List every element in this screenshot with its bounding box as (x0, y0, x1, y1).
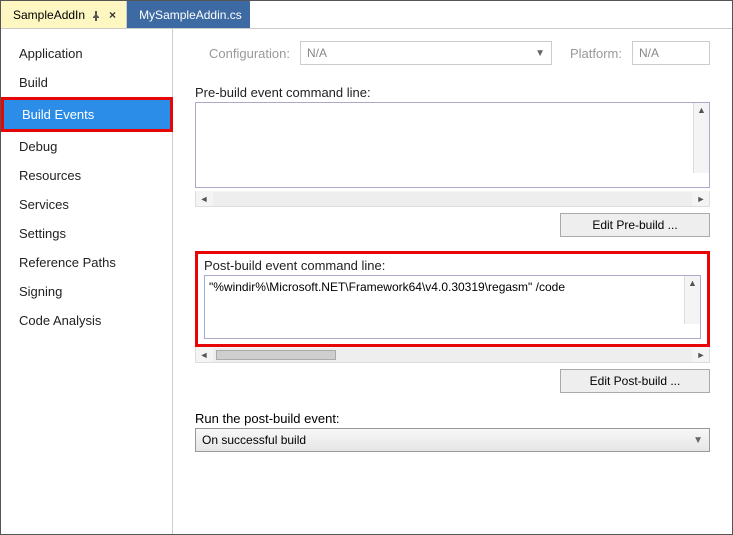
run-value: On successful build (202, 433, 306, 447)
tab-bar: SampleAddIn × MySampleAddin.cs (1, 1, 732, 29)
platform-label: Platform: (562, 46, 622, 61)
scroll-track[interactable] (213, 348, 692, 362)
sidebar-item-signing[interactable]: Signing (1, 277, 172, 306)
tab-label: SampleAddIn (13, 8, 85, 22)
configuration-select: N/A ▼ (300, 41, 552, 65)
tab-sampleaddin[interactable]: SampleAddIn × (1, 1, 127, 28)
edit-prebuild-button[interactable]: Edit Pre-build ... (560, 213, 710, 237)
arrow-up-icon[interactable]: ▲ (694, 103, 709, 117)
platform-value: N/A (639, 46, 659, 60)
run-label: Run the post-build event: (195, 411, 710, 426)
sidebar-item-debug[interactable]: Debug (1, 132, 172, 161)
sidebar-item-services[interactable]: Services (1, 190, 172, 219)
arrow-right-icon[interactable]: ► (693, 350, 709, 360)
arrow-right-icon[interactable]: ► (693, 194, 709, 204)
sidebar-item-settings[interactable]: Settings (1, 219, 172, 248)
sidebar-item-application[interactable]: Application (1, 39, 172, 68)
arrow-left-icon[interactable]: ◄ (196, 350, 212, 360)
postbuild-textarea-wrap: ▲ (204, 275, 701, 342)
sidebar-item-code-analysis[interactable]: Code Analysis (1, 306, 172, 335)
postbuild-input[interactable] (204, 275, 701, 339)
sidebar-item-reference-paths[interactable]: Reference Paths (1, 248, 172, 277)
scrollbar-horizontal[interactable]: ◄ ► (195, 347, 710, 363)
scroll-track[interactable] (213, 192, 692, 206)
prebuild-label: Pre-build event command line: (195, 85, 710, 100)
tab-mysampleaddin[interactable]: MySampleAddin.cs (127, 1, 250, 28)
main-panel: Configuration: N/A ▼ Platform: N/A Pre-b… (173, 29, 732, 534)
scrollbar-vertical[interactable]: ▲ (693, 103, 709, 173)
postbuild-label: Post-build event command line: (204, 258, 701, 273)
highlight-postbuild: Post-build event command line: ▲ (195, 251, 710, 347)
edit-postbuild-button[interactable]: Edit Post-build ... (560, 369, 710, 393)
sidebar-item-resources[interactable]: Resources (1, 161, 172, 190)
sidebar: Application Build Build Events Debug Res… (1, 29, 173, 534)
chevron-down-icon: ▼ (535, 48, 545, 59)
scroll-thumb[interactable] (216, 350, 336, 360)
prebuild-button-row: Edit Pre-build ... (195, 213, 710, 237)
tab-label: MySampleAddin.cs (139, 8, 242, 22)
platform-select: N/A (632, 41, 710, 65)
prebuild-textarea-wrap: ▲ (195, 102, 710, 191)
config-row: Configuration: N/A ▼ Platform: N/A (195, 41, 710, 65)
configuration-value: N/A (307, 46, 327, 60)
pin-icon[interactable] (91, 10, 101, 20)
configuration-label: Configuration: (195, 46, 290, 61)
highlight-build-events: Build Events (1, 97, 173, 132)
close-icon[interactable]: × (107, 8, 118, 22)
postbuild-button-row: Edit Post-build ... (195, 369, 710, 393)
content: Application Build Build Events Debug Res… (1, 29, 732, 534)
scrollbar-vertical[interactable]: ▲ (684, 276, 700, 324)
scrollbar-horizontal[interactable]: ◄ ► (195, 191, 710, 207)
sidebar-item-build-events[interactable]: Build Events (4, 100, 170, 129)
chevron-down-icon: ▼ (693, 435, 703, 446)
window: SampleAddIn × MySampleAddin.cs Applicati… (0, 0, 733, 535)
run-dropdown[interactable]: On successful build ▼ (195, 428, 710, 452)
arrow-up-icon[interactable]: ▲ (685, 276, 700, 290)
arrow-left-icon[interactable]: ◄ (196, 194, 212, 204)
prebuild-input[interactable] (195, 102, 710, 188)
sidebar-item-build[interactable]: Build (1, 68, 172, 97)
